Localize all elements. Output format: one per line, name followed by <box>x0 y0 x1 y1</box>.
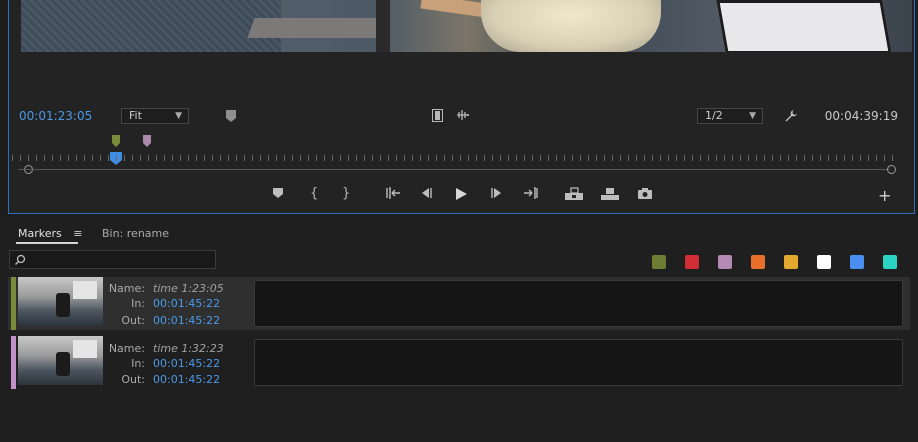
current-timecode[interactable]: 00:01:23:05 <box>19 109 92 123</box>
film-icon[interactable] <box>432 109 443 125</box>
marker-name[interactable]: time 1:32:23 <box>153 342 224 355</box>
marker-thumbnail <box>18 336 103 385</box>
marker-thumbnail <box>18 277 103 326</box>
tab-markers-label: Markers <box>18 227 62 240</box>
out-label: Out: <box>121 314 145 327</box>
out-label: Out: <box>121 373 145 386</box>
chevron-down-icon: ▼ <box>175 111 182 121</box>
marker-color-bar <box>11 277 16 330</box>
resolution-value: 1/2 <box>705 109 723 122</box>
insert-button[interactable] <box>564 187 584 204</box>
marker-row[interactable]: Name: time 1:32:23 In: 00:01:45:22 Out: … <box>8 336 910 389</box>
mark-in-button[interactable]: { <box>310 187 318 200</box>
camera-icon[interactable] <box>637 187 653 203</box>
mark-out-button[interactable]: } <box>342 187 350 200</box>
tab-bin-rename[interactable]: Bin: rename <box>102 227 169 240</box>
color-filter-red[interactable] <box>685 255 699 269</box>
overwrite-button[interactable] <box>600 187 620 204</box>
name-label: Name: <box>108 282 145 295</box>
plus-icon[interactable]: + <box>878 188 891 204</box>
color-filter-mauve[interactable] <box>718 255 732 269</box>
hamburger-icon[interactable]: ≡ <box>73 227 82 240</box>
marker-color-bar <box>11 336 16 389</box>
marker-row[interactable]: Name: time 1:23:05 In: 00:01:45:22 Out: … <box>8 277 910 330</box>
active-tab-indicator <box>16 242 78 244</box>
search-icon <box>15 254 26 265</box>
color-filter-green[interactable] <box>652 255 666 269</box>
in-label: In: <box>131 357 145 370</box>
scroll-end-handle[interactable] <box>887 165 896 174</box>
marker-comment-field[interactable] <box>254 339 903 386</box>
tab-markers[interactable]: Markers ≡ <box>18 227 82 240</box>
name-label: Name: <box>108 342 145 355</box>
marker-out-timecode[interactable]: 00:01:45:22 <box>153 373 220 386</box>
marker-out-timecode[interactable]: 00:01:45:22 <box>153 314 220 327</box>
in-label: In: <box>131 297 145 310</box>
play-button[interactable] <box>454 187 468 204</box>
timeline-marker-1[interactable] <box>112 132 120 151</box>
go-to-out-button[interactable] <box>523 187 539 202</box>
video-frame <box>21 0 912 52</box>
waveform-icon[interactable] <box>456 109 470 124</box>
marker-icon[interactable] <box>225 109 237 126</box>
go-to-in-button[interactable] <box>385 187 401 202</box>
playback-resolution-select[interactable]: 1/2 ▼ <box>697 108 763 124</box>
fit-select[interactable]: Fit ▼ <box>121 108 189 124</box>
total-duration-timecode: 00:04:39:19 <box>824 109 898 123</box>
color-filter-yellow[interactable] <box>784 255 798 269</box>
color-filter-cyan[interactable] <box>883 255 897 269</box>
wrench-icon[interactable] <box>784 109 798 126</box>
chevron-down-icon: ▼ <box>749 111 756 121</box>
step-back-button[interactable] <box>419 187 433 202</box>
zoom-scroll-bar[interactable] <box>18 169 889 170</box>
color-filter-white[interactable] <box>817 255 831 269</box>
add-marker-button[interactable] <box>272 187 284 202</box>
timeline-marker-2[interactable] <box>143 132 151 151</box>
marker-comment-field[interactable] <box>254 280 903 327</box>
time-ruler[interactable] <box>12 153 894 163</box>
markers-panel: Markers ≡ Bin: rename Name: time 1:23:05… <box>0 218 918 442</box>
step-forward-button[interactable] <box>490 187 504 202</box>
program-monitor <box>8 0 915 214</box>
marker-in-timecode[interactable]: 00:01:45:22 <box>153 297 220 310</box>
fit-select-value: Fit <box>129 109 142 122</box>
search-input[interactable] <box>9 250 216 269</box>
marker-name[interactable]: time 1:23:05 <box>153 282 224 295</box>
marker-in-timecode[interactable]: 00:01:45:22 <box>153 357 220 370</box>
color-filter-blue[interactable] <box>850 255 864 269</box>
color-filter-orange[interactable] <box>751 255 765 269</box>
